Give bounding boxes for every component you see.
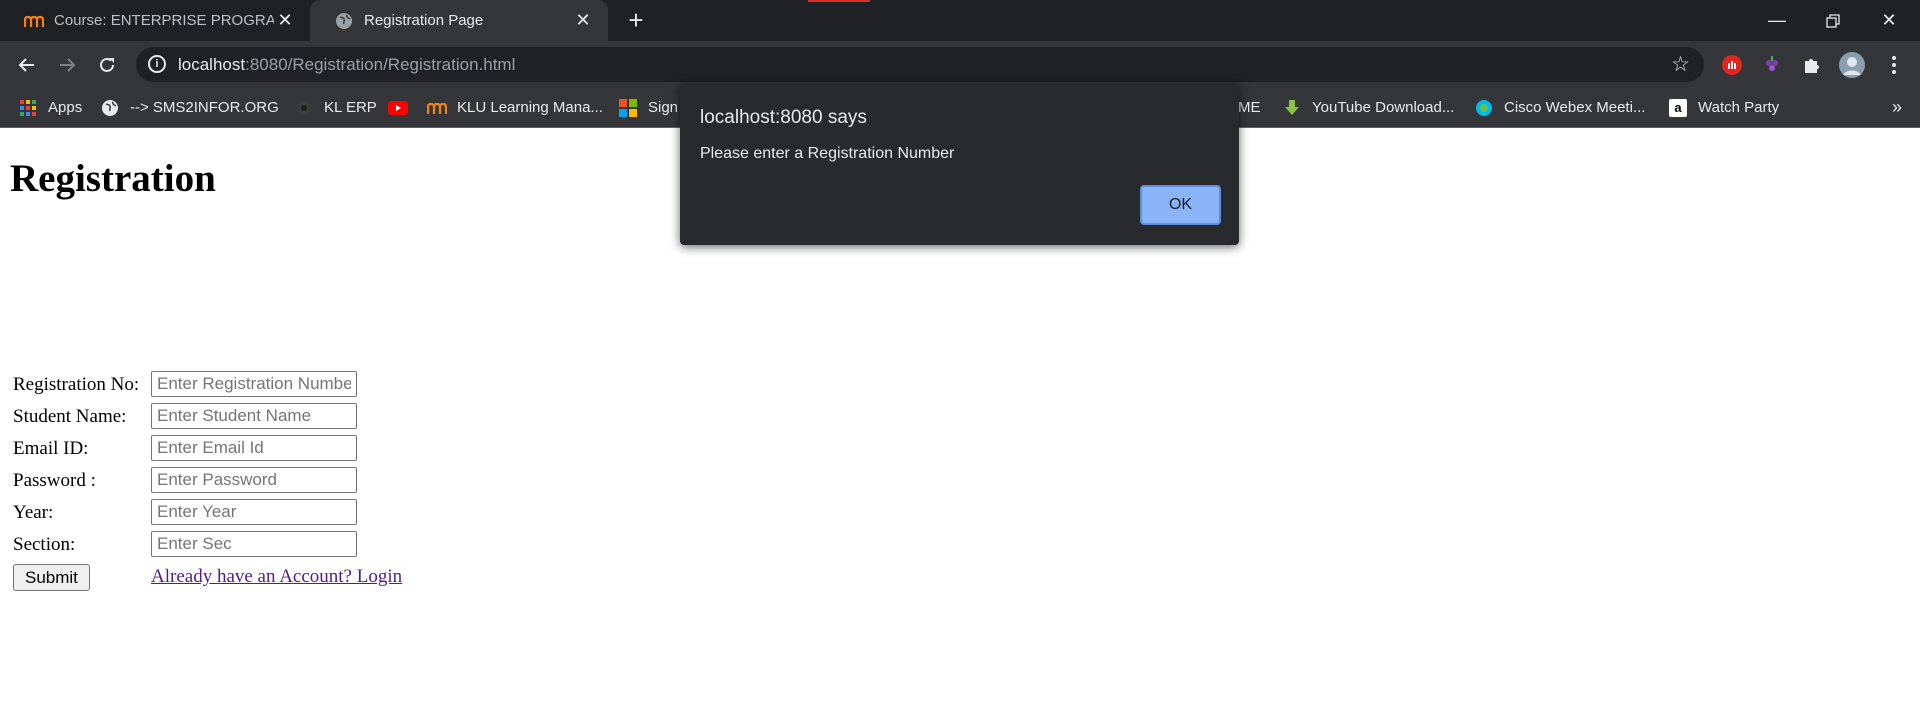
tab-close-icon[interactable]: ✕ [572, 10, 594, 31]
grape-extension-icon[interactable] [1758, 51, 1786, 79]
email-label: Email ID: [13, 438, 89, 459]
tab-indicator [808, 0, 870, 2]
tab-strip: Course: ENTERPRISE PROGRAMMING ✕ Registr… [0, 0, 1920, 41]
tab-title: Course: ENTERPRISE PROGRAMMING [54, 12, 274, 29]
reload-icon[interactable] [91, 49, 123, 81]
email-row: Email ID: [13, 435, 513, 461]
tab-title: Registration Page [364, 12, 484, 29]
adblock-extension-icon[interactable] [1718, 51, 1746, 79]
moodle-icon [24, 11, 44, 31]
address-url[interactable]: localhost:8080/Registration/Registration… [178, 55, 515, 75]
minimize-icon[interactable]: — [1749, 0, 1805, 41]
bookmark-sign[interactable]: Sign [618, 88, 678, 127]
profile-avatar[interactable] [1838, 51, 1866, 79]
email-input[interactable] [151, 435, 357, 461]
youtube-icon [388, 98, 408, 118]
student-name-label: Student Name: [13, 406, 127, 427]
year-label: Year: [13, 502, 54, 523]
registration-no-input[interactable] [151, 371, 357, 397]
section-label: Section: [13, 534, 76, 555]
site-info-icon[interactable]: i [148, 55, 166, 73]
globe-icon [334, 11, 354, 31]
back-icon[interactable] [11, 49, 43, 81]
svg-text:a: a [1674, 100, 1682, 115]
bookmark-kl-erp[interactable]: KL ERP [294, 88, 377, 127]
tab-registration[interactable]: Registration Page ✕ [310, 0, 608, 41]
bookmark-youtube[interactable] [388, 88, 418, 127]
forward-icon[interactable] [51, 49, 83, 81]
tab-course[interactable]: Course: ENTERPRISE PROGRAMMING ✕ [0, 0, 310, 41]
password-input[interactable] [151, 467, 357, 493]
year-row: Year: [13, 499, 513, 525]
student-name-input[interactable] [151, 403, 357, 429]
student-name-row: Student Name: [13, 403, 513, 429]
bookmark-watch-party[interactable]: a Watch Party [1668, 88, 1779, 127]
section-input[interactable] [151, 531, 357, 557]
bookmarks-overflow-icon[interactable]: » [1892, 88, 1902, 127]
password-label: Password : [13, 470, 96, 491]
kl-erp-icon [294, 98, 314, 118]
close-window-icon[interactable]: ✕ [1861, 0, 1917, 41]
password-row: Password : [13, 467, 513, 493]
microsoft-icon [618, 98, 638, 118]
extensions-puzzle-icon[interactable] [1798, 51, 1826, 79]
bookmark-star-icon[interactable]: ☆ [1671, 52, 1690, 77]
bookmark-youtube-download[interactable]: YouTube Download... [1282, 88, 1454, 127]
section-row: Section: [13, 531, 513, 557]
dialog-title: localhost:8080 says [700, 107, 867, 128]
dialog-message: Please enter a Registration Number [700, 145, 955, 162]
download-arrow-icon [1282, 98, 1302, 118]
bookmark-cisco-webex[interactable]: Cisco Webex Meeti... [1474, 88, 1645, 127]
registration-no-label: Registration No: [13, 374, 140, 395]
registration-no-row: Registration No: [13, 371, 513, 397]
address-bar[interactable]: i localhost:8080/Registration/Registrati… [136, 47, 1704, 82]
bookmark-klu-learning[interactable]: KLU Learning Mana... [427, 88, 603, 127]
bookmark-sms2infor[interactable]: --> SMS2INFOR.ORG [100, 88, 279, 127]
bookmark-me[interactable]: ME [1238, 88, 1261, 127]
menu-kebab-icon[interactable] [1880, 51, 1908, 79]
restore-icon[interactable] [1805, 0, 1861, 41]
apps-grid-icon [18, 98, 38, 118]
bookmark-apps[interactable]: Apps [18, 88, 82, 127]
year-input[interactable] [151, 499, 357, 525]
amazon-icon: a [1668, 98, 1688, 118]
moodle-icon [427, 98, 447, 118]
new-tab-icon[interactable]: + [622, 6, 650, 34]
ok-button[interactable]: OK [1140, 185, 1221, 225]
page-title: Registration [10, 157, 216, 200]
alert-dialog: localhost:8080 says Please enter a Regis… [680, 83, 1239, 245]
submit-button[interactable]: Submit [13, 564, 90, 591]
webex-icon [1474, 98, 1494, 118]
tab-close-icon[interactable]: ✕ [274, 10, 296, 31]
login-link[interactable]: Already have an Account? Login [151, 566, 402, 588]
globe-icon [100, 98, 120, 118]
